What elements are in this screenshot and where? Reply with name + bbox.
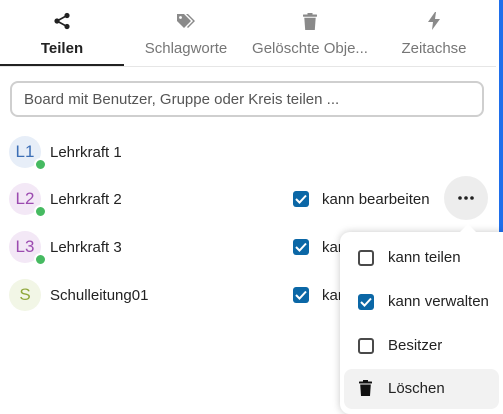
menu-item-can-share[interactable]: kann teilen <box>344 238 499 278</box>
trash-icon <box>303 11 317 31</box>
tab-deleted-objects-label: Gelöschte Obje... <box>252 40 368 57</box>
share-entry-row: L1 Lehrkraft 1 <box>0 136 496 180</box>
dots-horizontal-icon <box>458 196 474 200</box>
avatar[interactable]: S <box>9 279 41 311</box>
share-entry-row: L2 Lehrkraft 2 kann bearbeiten <box>0 183 496 227</box>
actions-menu: kann teilen kann verwalten Besitzer Lösc… <box>340 232 503 414</box>
avatar-initials: S <box>19 285 31 304</box>
tab-tags-label: Schlagworte <box>144 40 228 57</box>
share-icon <box>53 11 71 31</box>
tab-tags[interactable]: Schlagworte <box>124 0 248 66</box>
menu-item-can-manage[interactable]: kann verwalten <box>344 282 499 322</box>
can-share-checkbox[interactable] <box>358 250 374 266</box>
tab-timeline-label: Zeitachse <box>401 40 467 57</box>
lightning-icon <box>428 11 440 31</box>
edit-permission-checkbox[interactable] <box>293 239 309 255</box>
edit-permission-checkbox[interactable] <box>293 191 309 207</box>
header-divider <box>0 66 496 67</box>
avatar-initials: L2 <box>15 189 35 208</box>
tab-bar: Teilen Schlagworte Gelöschte Obje... Zei… <box>0 0 496 66</box>
avatar-initials: L3 <box>15 237 35 256</box>
menu-item-label: Besitzer <box>388 337 443 354</box>
tab-share[interactable]: Teilen <box>0 0 124 66</box>
status-online-icon <box>34 253 47 266</box>
menu-item-label: kann teilen <box>388 249 461 266</box>
menu-arrow <box>459 224 477 233</box>
avatar-initials: L1 <box>15 142 35 161</box>
menu-item-owner[interactable]: Besitzer <box>344 326 499 366</box>
tab-share-label: Teilen <box>40 40 84 57</box>
menu-item-delete[interactable]: Löschen <box>344 369 499 409</box>
menu-item-label: Löschen <box>388 380 445 397</box>
status-online-icon <box>34 158 47 171</box>
user-name: Lehrkraft 2 <box>50 191 122 208</box>
user-name: Lehrkraft 3 <box>50 239 122 256</box>
tag-icon <box>176 11 196 31</box>
share-search-input[interactable] <box>10 81 484 117</box>
can-manage-checkbox[interactable] <box>358 294 374 310</box>
user-name: Schulleitung01 <box>50 287 149 304</box>
trash-icon <box>359 380 372 401</box>
more-actions-button[interactable] <box>444 176 488 220</box>
status-online-icon <box>34 205 47 218</box>
menu-item-label: kann verwalten <box>388 293 489 310</box>
tab-timeline[interactable]: Zeitachse <box>372 0 496 66</box>
edit-permission-label: kann bearbeiten <box>322 191 430 208</box>
edit-permission-checkbox[interactable] <box>293 287 309 303</box>
owner-checkbox[interactable] <box>358 338 374 354</box>
user-name: Lehrkraft 1 <box>50 144 122 161</box>
tab-deleted-objects[interactable]: Gelöschte Obje... <box>248 0 372 66</box>
